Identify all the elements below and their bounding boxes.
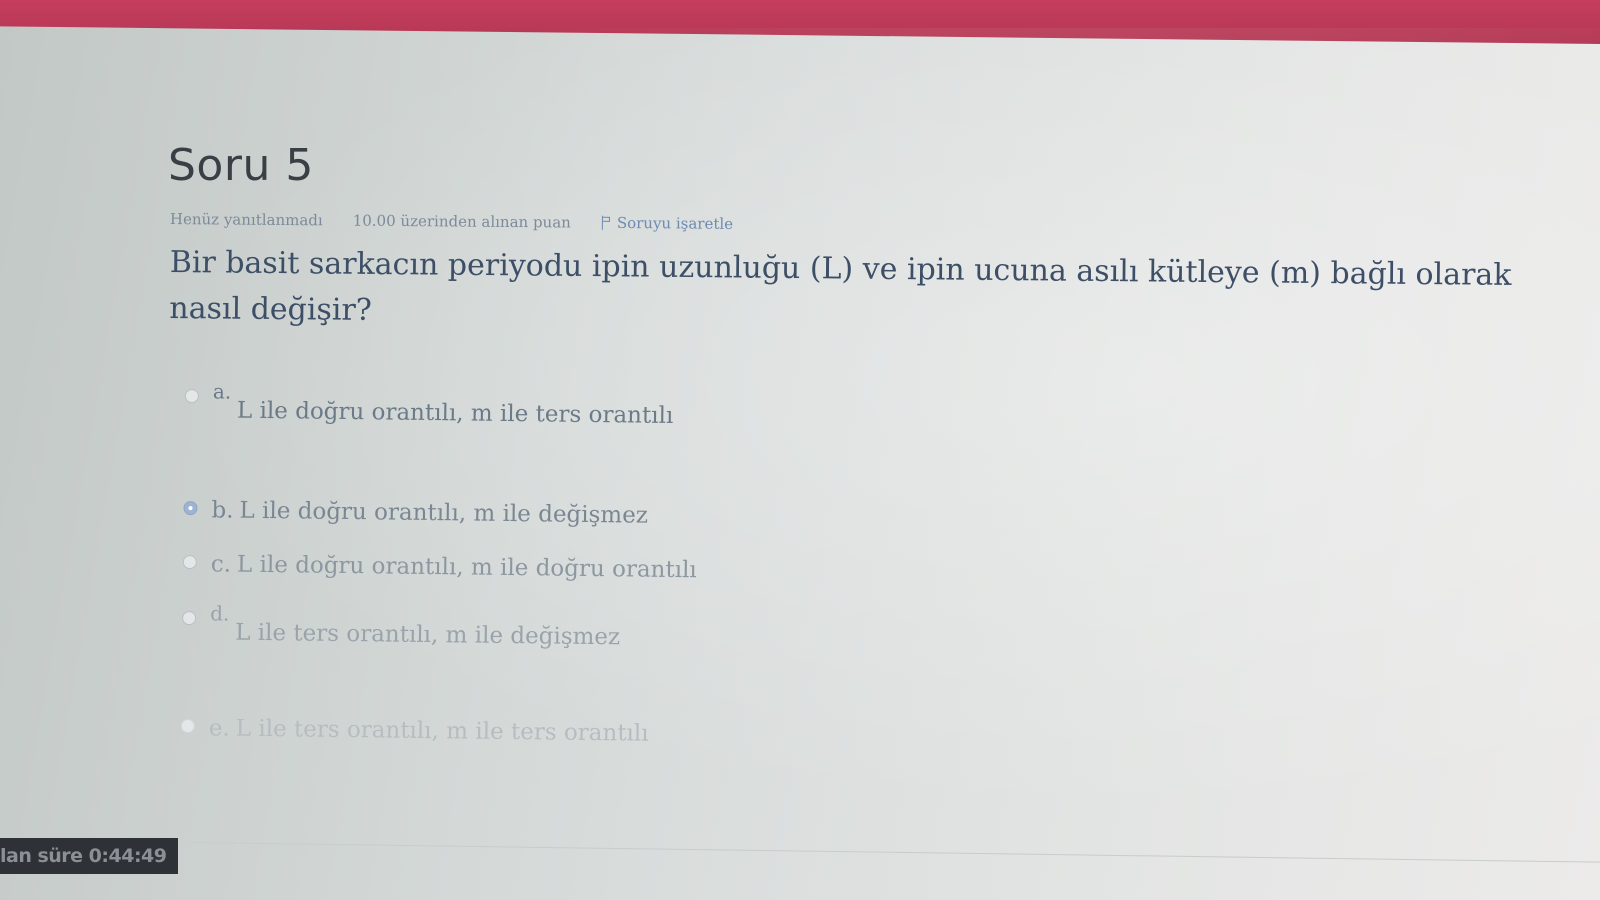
question-text: Bir basit sarkacın periyodu ipin uzunluğ… (169, 244, 1512, 328)
answer-option-d[interactable]: d. L ile ters orantılı, m ile değişmez (182, 601, 621, 651)
flag-question-link[interactable]: Soruyu işaretle (601, 214, 733, 233)
option-text: L ile ters orantılı, m ile değişmez (234, 619, 621, 651)
option-letter: b. (211, 497, 234, 524)
answer-option-b[interactable]: b. L ile doğru orantılı, m ile değişmez (183, 497, 648, 529)
option-text: L ile doğru orantılı, m ile değişmez (239, 497, 649, 529)
option-letter: e. (208, 715, 230, 742)
question-title: Soru 5 (168, 140, 314, 191)
answer-options: a. L ile doğru orantılı, m ile ters oran… (180, 379, 985, 747)
radio-button-icon[interactable] (182, 610, 197, 626)
option-letter: c. (210, 551, 232, 578)
flag-question-label: Soruyu işaretle (616, 213, 734, 233)
option-letter: d. (210, 601, 230, 626)
radio-button-icon[interactable] (182, 554, 197, 570)
top-navigation-bar (0, 0, 1600, 44)
quiz-timer: lan süre 0:44:49 (0, 838, 178, 874)
radio-button-icon[interactable] (183, 500, 198, 516)
option-text: L ile ters orantılı, m ile ters orantılı (235, 715, 649, 747)
question-status: Henüz yanıtlanmadı (169, 210, 323, 230)
divider (189, 842, 1600, 863)
option-text: L ile doğru orantılı, m ile doğru orantı… (236, 551, 697, 584)
option-letter: a. (212, 379, 232, 404)
radio-button-icon[interactable] (184, 388, 199, 404)
question-points: 10.00 üzerinden alınan puan (352, 211, 571, 232)
option-text: L ile doğru orantılı, m ile ters orantıl… (236, 397, 674, 429)
radio-button-icon[interactable] (180, 718, 195, 734)
question-info: Henüz yanıtlanmadı 10.00 üzerinden alına… (170, 210, 733, 233)
flag-icon (601, 216, 611, 230)
answer-option-e[interactable]: e. L ile ters orantılı, m ile ters orant… (180, 715, 649, 747)
answer-option-c[interactable]: c. L ile doğru orantılı, m ile doğru ora… (182, 551, 697, 584)
answer-option-a[interactable]: a. L ile doğru orantılı, m ile ters oran… (184, 379, 674, 429)
